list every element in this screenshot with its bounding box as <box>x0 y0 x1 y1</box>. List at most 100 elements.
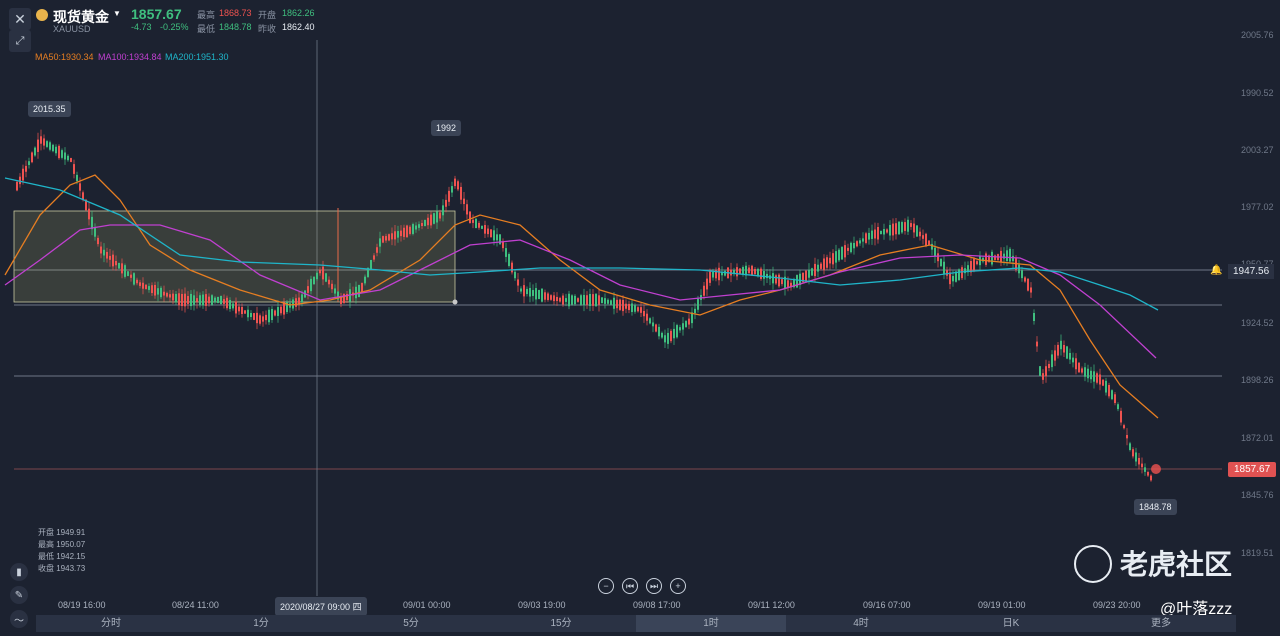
candle-body <box>547 293 549 301</box>
candle-body <box>148 286 150 290</box>
zoom-in-button[interactable]: + <box>670 578 686 594</box>
candle-body <box>985 253 987 265</box>
candle-body <box>844 245 846 258</box>
candle-body <box>760 268 762 279</box>
candle-body <box>472 219 474 223</box>
candle-body <box>1021 270 1023 279</box>
candle-body <box>70 158 72 162</box>
candle-body <box>703 285 705 296</box>
candle-body <box>934 247 936 257</box>
tab-more[interactable]: 更多 <box>1086 615 1236 632</box>
close-icon[interactable]: ✕ <box>9 8 31 30</box>
candle-body <box>421 222 423 227</box>
candle-body <box>1060 340 1062 350</box>
candle-body <box>157 288 159 295</box>
candle-body <box>1099 374 1101 385</box>
chevron-down-icon[interactable]: ▼ <box>113 9 121 18</box>
candle-body <box>862 238 864 242</box>
candle-body <box>883 229 885 235</box>
candle-body <box>1024 277 1026 282</box>
candlestick-chart[interactable] <box>0 0 1280 636</box>
tab-1min[interactable]: 1分 <box>186 615 336 632</box>
bell-icon[interactable]: 🔔 <box>1210 265 1222 276</box>
tab-1hour[interactable]: 1时 <box>636 615 786 632</box>
candle-body <box>247 309 249 318</box>
candle-body <box>202 294 204 306</box>
candle-body <box>1075 358 1077 370</box>
tab-4hour[interactable]: 4时 <box>786 615 936 632</box>
candle-body <box>481 225 483 229</box>
candle-body <box>244 310 246 314</box>
candle-body <box>553 295 555 302</box>
candle-body <box>610 300 612 305</box>
candle-body <box>103 249 105 256</box>
candle-body <box>493 230 495 241</box>
candle-body <box>325 273 327 282</box>
tab-5min[interactable]: 5分 <box>336 615 486 632</box>
candle-body <box>631 303 633 313</box>
current-price-dot <box>1151 464 1161 474</box>
y-tick: 2003.27 <box>1241 145 1274 155</box>
candle-body <box>160 287 162 298</box>
candle-body <box>163 291 165 296</box>
tab-daily[interactable]: 日K <box>936 615 1086 632</box>
candle-body <box>661 332 663 338</box>
candle-body <box>1150 475 1152 481</box>
y-tick: 1819.51 <box>1241 548 1274 558</box>
price-change-pct: -0.25% <box>160 22 189 32</box>
candle-body <box>910 223 912 227</box>
candle-body <box>736 267 738 277</box>
scroll-end-button[interactable]: ⏭ <box>646 578 662 594</box>
ma200-legend: MA200:1951.30 <box>165 52 229 62</box>
candle-body <box>676 325 678 338</box>
tab-15min[interactable]: 15分 <box>486 615 636 632</box>
scroll-start-button[interactable]: ⏮ <box>622 578 638 594</box>
candle-body <box>43 138 45 146</box>
zoom-out-button[interactable]: − <box>598 578 614 594</box>
candle-body <box>751 265 753 275</box>
candle-body <box>688 318 690 325</box>
prev-close-value: 1862.40 <box>282 22 315 32</box>
x-tick: 09/11 12:00 <box>748 600 795 610</box>
line-chart-icon[interactable]: 〜 <box>10 610 28 628</box>
candle-body <box>322 266 324 280</box>
open-label: 开盘 <box>258 10 277 20</box>
range-box-handle <box>452 299 458 305</box>
y-tick: 1898.26 <box>1241 375 1274 385</box>
pen-icon[interactable]: ✎ <box>10 586 28 604</box>
candle-body <box>595 293 597 307</box>
candle-body <box>634 305 636 312</box>
candle-body <box>508 254 510 266</box>
candle-body <box>697 298 699 310</box>
candle-body <box>541 288 543 302</box>
candle-body <box>124 265 126 277</box>
candle-body <box>427 217 429 226</box>
candle-body <box>457 181 459 190</box>
drawing-tool-icon[interactable]: ⤢ <box>9 30 31 52</box>
candle-body <box>808 269 810 278</box>
x-tick: 09/08 17:00 <box>633 600 681 610</box>
candle-body <box>112 254 114 267</box>
candle-body <box>601 297 603 304</box>
candle-body <box>496 234 498 241</box>
indicator-icon[interactable]: ▮ <box>10 563 28 581</box>
candle-body <box>904 222 906 231</box>
tab-timeshare[interactable]: 分时 <box>36 615 186 632</box>
candle-body <box>220 295 222 305</box>
candle-body <box>562 295 564 305</box>
alert-level-tag[interactable]: 1947.56 <box>1228 264 1275 279</box>
candle-body <box>1087 368 1089 379</box>
candle-body <box>907 219 909 232</box>
candle-body <box>127 271 129 276</box>
candle-body <box>820 263 822 269</box>
low-marker-bubble: 1848.78 <box>1134 499 1177 515</box>
candle-body <box>1012 255 1014 262</box>
candle-body <box>487 228 489 235</box>
candle-body <box>145 284 147 290</box>
candle-body <box>550 295 552 300</box>
candle-body <box>712 271 714 278</box>
candle-body <box>517 279 519 286</box>
candle-body <box>805 270 807 281</box>
open-value: 1862.26 <box>282 8 315 18</box>
candle-body <box>598 295 600 305</box>
